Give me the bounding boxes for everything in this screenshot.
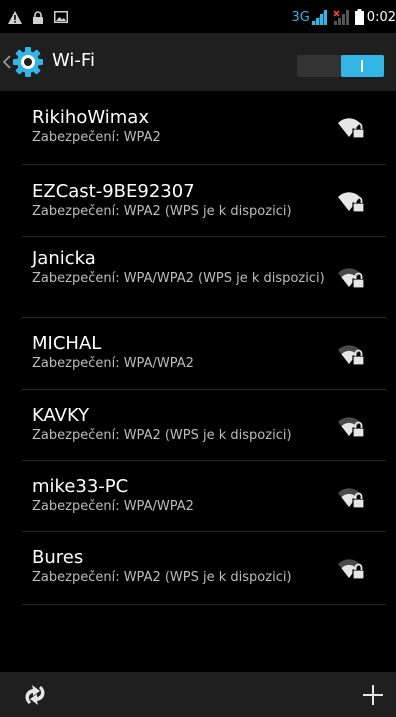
network-security: Zabezpečení: WPA2: [32, 130, 161, 145]
network-ssid: Janicka: [32, 248, 96, 269]
network-security: Zabezpečení: WPA/WPA2: [32, 356, 194, 371]
wps-icon[interactable]: [20, 680, 50, 710]
action-bar: Wi-Fi: [0, 33, 396, 91]
toggle-thumb: [341, 55, 384, 77]
network-ssid: RikihoWimax: [32, 107, 149, 128]
wifi-network-list: RikihoWimax Zabezpečení: WPA2 EZCast-9BE…: [0, 91, 396, 605]
back-chevron-icon[interactable]: [2, 54, 11, 73]
status-clock: 0:02: [366, 9, 396, 25]
network-ssid: Bures: [32, 547, 84, 568]
add-icon[interactable]: [358, 680, 388, 710]
wifi-signal-locked-icon: [338, 117, 366, 139]
network-security: Zabezpečení: WPA2 (WPS je k dispozici): [32, 570, 292, 585]
network-security: Zabezpečení: WPA/WPA2: [32, 499, 194, 514]
status-bar: 3G 0:02: [0, 0, 396, 33]
toggle-on-indicator: [361, 60, 363, 72]
second-sim-signal-icon: [333, 9, 349, 25]
network-security: Zabezpečení: WPA2 (WPS je k dispozici): [32, 204, 292, 219]
network-ssid: mike33-PC: [32, 476, 129, 497]
network-list-item[interactable]: Janicka Zabezpečení: WPA/WPA2 (WPS je k …: [22, 237, 386, 318]
wifi-toggle-switch[interactable]: [297, 55, 384, 77]
signal-strength-icon: [310, 9, 328, 25]
wifi-signal-locked-icon: [338, 191, 366, 213]
wifi-signal-locked-icon: [338, 267, 366, 289]
wifi-signal-locked-icon: [338, 344, 366, 366]
wifi-signal-locked-icon: [338, 416, 366, 438]
network-list-item[interactable]: MICHAL Zabezpečení: WPA/WPA2: [22, 318, 386, 390]
network-ssid: KAVKY: [32, 405, 90, 426]
network-list-item[interactable]: EZCast-9BE92307 Zabezpečení: WPA2 (WPS j…: [22, 165, 386, 237]
warning-icon: [8, 10, 22, 24]
status-notifications: [8, 9, 68, 25]
lock-icon: [33, 10, 43, 24]
network-security: Zabezpečení: WPA/WPA2 (WPS je k dispozic…: [32, 271, 325, 286]
network-list-item[interactable]: KAVKY Zabezpečení: WPA2 (WPS je k dispoz…: [22, 390, 386, 461]
image-icon: [54, 11, 68, 23]
wifi-signal-locked-icon: [338, 487, 366, 509]
bottom-action-bar: [0, 672, 396, 717]
network-ssid: MICHAL: [32, 333, 102, 354]
network-security: Zabezpečení: WPA2 (WPS je k dispozici): [32, 428, 292, 443]
wifi-signal-locked-icon: [338, 558, 366, 580]
network-list-item[interactable]: RikihoWimax Zabezpečení: WPA2: [22, 91, 386, 165]
status-indicators: 3G 0:02: [291, 8, 396, 26]
network-type-label: 3G: [291, 9, 310, 25]
settings-gear-icon[interactable]: [12, 46, 44, 78]
battery-icon: [354, 9, 364, 25]
network-list-item[interactable]: mike33-PC Zabezpečení: WPA/WPA2: [22, 461, 386, 532]
network-ssid: EZCast-9BE92307: [32, 181, 195, 202]
page-title: Wi-Fi: [52, 50, 95, 71]
network-list-item[interactable]: Bures Zabezpečení: WPA2 (WPS je k dispoz…: [22, 532, 386, 605]
